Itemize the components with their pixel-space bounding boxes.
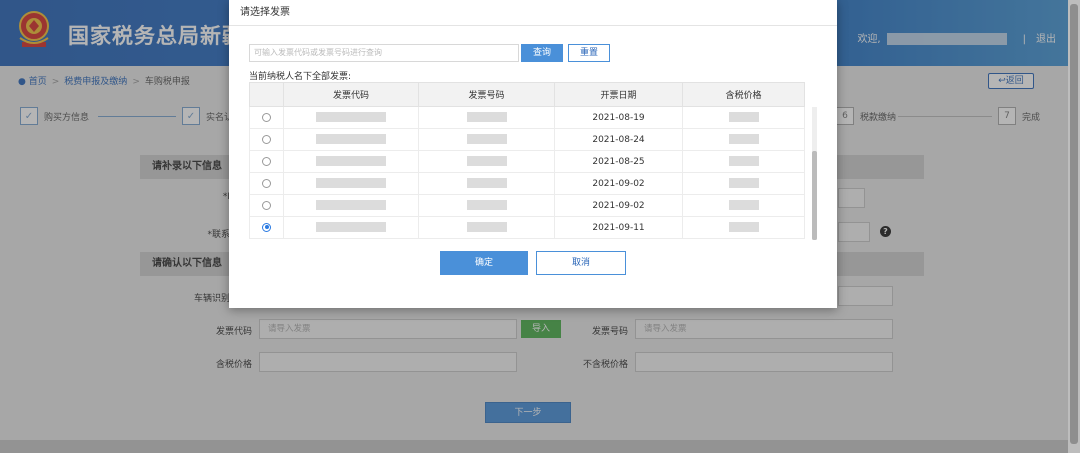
redacted-value — [466, 134, 507, 145]
table-row[interactable]: 2021-08-25 — [249, 150, 805, 173]
dialog-scroll-thumb[interactable] — [812, 151, 817, 240]
select-invoice-dialog: 请选择发票 可输入发票代码或发票号码进行查询 查询 重置 当前纳税人名下全部发票… — [229, 0, 837, 308]
reset-button[interactable]: 重置 — [568, 44, 610, 62]
invoice-number-cell — [418, 150, 555, 173]
price-cell — [682, 216, 805, 239]
redacted-value — [728, 222, 759, 233]
redacted-value — [466, 222, 507, 233]
issue-date-cell: 2021-08-19 — [554, 106, 683, 129]
col-tax-inclusive-price: 含税价格 — [682, 82, 805, 107]
invoice-search-input[interactable]: 可输入发票代码或发票号码进行查询 — [249, 44, 519, 62]
issue-date-cell: 2021-08-25 — [554, 150, 683, 173]
select-cell[interactable] — [249, 216, 284, 239]
redacted-value — [728, 200, 759, 211]
redacted-value — [316, 156, 386, 167]
table-row[interactable]: 2021-09-11 — [249, 216, 805, 239]
row-radio-selected[interactable] — [262, 222, 271, 232]
invoice-code-cell — [283, 172, 419, 195]
issue-date-cell: 2021-09-02 — [554, 194, 683, 217]
redacted-value — [316, 200, 386, 211]
cancel-button[interactable]: 取消 — [536, 251, 626, 275]
redacted-value — [316, 178, 386, 189]
select-cell[interactable] — [249, 172, 284, 195]
col-invoice-code: 发票代码 — [283, 82, 419, 107]
confirm-button[interactable]: 确定 — [440, 251, 528, 275]
invoice-number-cell — [418, 106, 555, 129]
invoice-number-cell — [418, 216, 555, 239]
redacted-value — [316, 112, 386, 123]
select-cell[interactable] — [249, 194, 284, 217]
invoice-code-cell — [283, 106, 419, 129]
redacted-value — [728, 178, 759, 189]
dialog-title: 请选择发票 — [229, 0, 837, 26]
table-row[interactable]: 2021-09-02 — [249, 194, 805, 217]
select-cell[interactable] — [249, 150, 284, 173]
row-radio[interactable] — [262, 200, 271, 210]
select-cell[interactable] — [249, 128, 284, 151]
issue-date-cell: 2021-08-24 — [554, 128, 683, 151]
row-radio[interactable] — [262, 112, 271, 122]
redacted-value — [728, 112, 759, 123]
redacted-value — [728, 134, 759, 145]
table-row[interactable]: 2021-08-24 — [249, 128, 805, 151]
page-scrollbar[interactable] — [1068, 0, 1080, 453]
dialog-table-scrollbar[interactable] — [812, 107, 817, 240]
query-button[interactable]: 查询 — [521, 44, 563, 62]
invoice-code-cell — [283, 150, 419, 173]
redacted-value — [728, 156, 759, 167]
redacted-value — [316, 134, 386, 145]
invoice-table: 发票代码 发票号码 开票日期 含税价格 2021-08-19 2021-08-2… — [249, 82, 805, 239]
issue-date-cell: 2021-09-11 — [554, 216, 683, 239]
redacted-value — [466, 178, 507, 189]
table-row[interactable]: 2021-08-19 — [249, 106, 805, 129]
price-cell — [682, 172, 805, 195]
price-cell — [682, 194, 805, 217]
invoice-code-cell — [283, 128, 419, 151]
select-cell[interactable] — [249, 106, 284, 129]
invoice-list-caption: 当前纳税人名下全部发票: — [249, 72, 352, 82]
invoice-code-cell — [283, 216, 419, 239]
invoice-number-cell — [418, 128, 555, 151]
col-invoice-number: 发票号码 — [418, 82, 555, 107]
table-header-row: 发票代码 发票号码 开票日期 含税价格 — [249, 82, 805, 107]
invoice-number-cell — [418, 172, 555, 195]
invoice-number-cell — [418, 194, 555, 217]
price-cell — [682, 106, 805, 129]
price-cell — [682, 128, 805, 151]
row-radio[interactable] — [262, 178, 271, 188]
search-placeholder: 可输入发票代码或发票号码进行查询 — [254, 48, 382, 57]
row-radio[interactable] — [262, 156, 271, 166]
price-cell — [682, 150, 805, 173]
redacted-value — [466, 200, 507, 211]
table-row[interactable]: 2021-09-02 — [249, 172, 805, 195]
row-radio[interactable] — [262, 134, 271, 144]
redacted-value — [466, 156, 507, 167]
col-select — [249, 82, 284, 107]
col-issue-date: 开票日期 — [554, 82, 683, 107]
page-scroll-thumb[interactable] — [1070, 4, 1078, 444]
redacted-value — [316, 222, 386, 233]
issue-date-cell: 2021-09-02 — [554, 172, 683, 195]
redacted-value — [466, 112, 507, 123]
invoice-code-cell — [283, 194, 419, 217]
